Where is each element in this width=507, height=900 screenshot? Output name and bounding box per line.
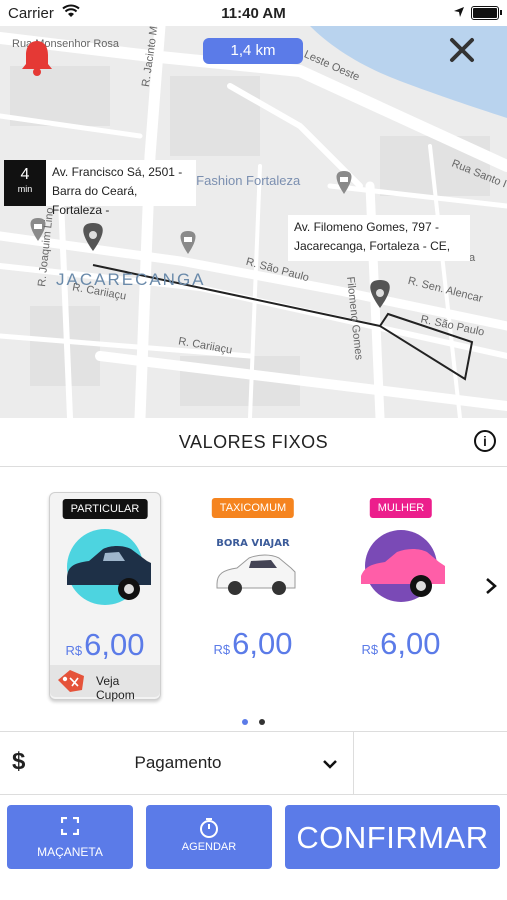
category-tag: MULHER	[369, 498, 433, 518]
status-bar: Carrier 11:40 AM	[0, 0, 507, 26]
category-tag: PARTICULAR	[62, 499, 148, 519]
macaneta-label: MAÇANETA	[37, 845, 103, 859]
clock: 11:40 AM	[221, 5, 286, 22]
expand-icon	[7, 816, 133, 840]
eta-badge: 4 min	[4, 160, 46, 206]
payment-label: Pagamento	[134, 753, 222, 772]
category-card-particular[interactable]: PARTICULAR R$6,00 Veja Cupom	[49, 492, 161, 702]
map-view[interactable]: Rua Monsenhor Rosa R. Jacinto Matos Lest…	[0, 26, 507, 418]
category-price: R$6,00	[346, 626, 456, 662]
divider	[353, 732, 354, 794]
section-title: VALORES FIXOS	[178, 432, 329, 452]
price-value: 6,00	[84, 627, 145, 662]
fixed-values-header: VALORES FIXOS i	[0, 418, 507, 467]
agendar-button[interactable]: AGENDAR	[146, 805, 272, 869]
confirmar-label: CONFIRMAR	[296, 820, 489, 855]
payment-selector[interactable]: $ Pagamento	[0, 731, 507, 795]
confirmar-button[interactable]: CONFIRMAR	[285, 805, 500, 869]
map-poi-label: ro Fashion Fortaleza	[181, 173, 301, 188]
category-carousel: PARTICULAR R$6,00 Veja Cupom TAXICOMUM B…	[0, 467, 507, 727]
eta-unit: min	[17, 184, 33, 194]
location-arrow-icon	[453, 5, 465, 23]
category-card-taxicomum[interactable]: TAXICOMUM BORA VIAJAR R$6,00	[198, 492, 308, 698]
currency-label: R$	[65, 643, 83, 658]
currency-label: R$	[361, 642, 379, 657]
distance-badge: 1,4 km	[203, 38, 303, 64]
info-icon[interactable]: i	[474, 430, 496, 452]
dollar-icon: $	[12, 748, 26, 775]
macaneta-button[interactable]: MAÇANETA	[7, 805, 133, 869]
battery-icon	[471, 6, 502, 20]
chevron-right-icon[interactable]	[484, 577, 498, 600]
carousel-pagination	[0, 712, 507, 730]
coupon-link[interactable]: Veja Cupom	[50, 665, 160, 702]
category-card-mulher[interactable]: MULHER R$6,00	[346, 492, 456, 698]
coupon-tag-icon	[56, 668, 86, 699]
stopwatch-icon	[146, 817, 272, 844]
origin-address: Av. Francisco Sá, 2501 - Barra do Ceará,…	[46, 160, 196, 217]
chevron-down-icon[interactable]	[322, 756, 338, 774]
category-price: R$6,00	[198, 626, 308, 662]
bora-viajar-logo: BORA VIAJAR	[216, 538, 290, 549]
destination-address: Av. Filomeno Gomes, 797 - Jacarecanga, F…	[288, 215, 470, 261]
pagination-dot[interactable]	[258, 719, 265, 725]
car-mulher-icon	[355, 526, 447, 606]
coupon-label: Veja Cupom	[96, 674, 135, 702]
car-particular-icon	[59, 527, 151, 607]
pagination-dot-active[interactable]	[242, 719, 249, 725]
price-value: 6,00	[232, 626, 293, 661]
price-value: 6,00	[380, 626, 441, 661]
car-taxi-icon: BORA VIAJAR	[207, 526, 299, 606]
category-price: R$6,00	[50, 627, 160, 663]
currency-label: R$	[213, 642, 231, 657]
eta-value: 4	[20, 166, 30, 183]
agendar-label: AGENDAR	[181, 841, 237, 853]
category-tag: TAXICOMUM	[211, 498, 295, 518]
